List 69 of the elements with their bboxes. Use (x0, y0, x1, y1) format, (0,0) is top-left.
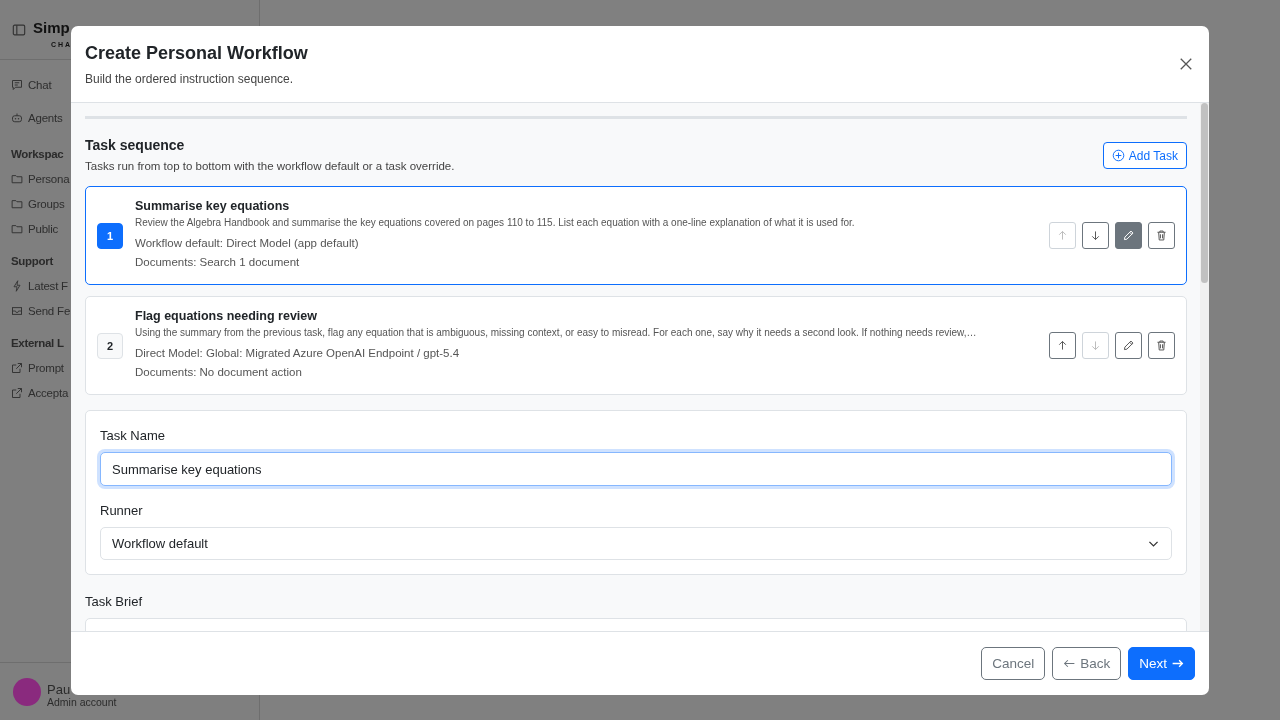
task-title: Flag equations needing review (135, 309, 318, 323)
move-up-button[interactable] (1049, 332, 1076, 359)
nav-link[interactable]: Agents (28, 111, 63, 124)
task-runner: Workflow default: Direct Model (app default) (135, 236, 360, 251)
folder-icon (11, 222, 23, 235)
arrow-right-icon (1171, 657, 1184, 670)
sidebar-toggle-icon[interactable] (12, 22, 26, 37)
field-label: Task Brief (85, 594, 144, 609)
robot-icon (11, 111, 23, 124)
arrow-up-icon (1056, 229, 1069, 242)
arrow-up-icon (1056, 339, 1069, 352)
task-runner: Direct Model: Global: Migrated Azure OpenAI Endpoint / gpt-5.4 (135, 346, 461, 361)
section-heading: Support (11, 255, 53, 267)
nav-link[interactable]: Chat (28, 78, 52, 91)
chat-icon (11, 78, 23, 91)
trash-icon (1155, 339, 1168, 352)
scrollbar-thumb[interactable] (1201, 103, 1208, 283)
lightning-icon (11, 279, 23, 292)
dialog-subtitle: Build the ordered instruction sequence. (85, 72, 295, 86)
pencil-icon (1122, 229, 1135, 242)
delete-button[interactable] (1148, 332, 1175, 359)
user-name: Pau (47, 683, 72, 697)
arrow-left-icon (1063, 657, 1077, 670)
runner-select[interactable]: Workflow default (100, 527, 1172, 560)
envelope-icon (11, 304, 23, 317)
nav-link[interactable]: Public (28, 222, 59, 235)
add-task-button[interactable]: Add Task (1102, 142, 1187, 169)
move-down-button[interactable] (1082, 222, 1109, 249)
next-button[interactable]: Next (1128, 647, 1195, 680)
nav-link[interactable]: Latest F (28, 279, 68, 292)
section-title: Task sequence (85, 137, 186, 153)
task-description: Using the summary from the previous task, flag any equation that is ambiguous, missing context, or easy to misread. For each one, say why it needs a second look. If nothing needs review,… (135, 327, 978, 338)
section-heading: External L (11, 337, 64, 349)
cancel-button[interactable]: Cancel (981, 647, 1046, 680)
delete-button[interactable] (1148, 222, 1175, 249)
arrow-down-icon (1089, 339, 1102, 352)
pencil-icon (1122, 339, 1135, 352)
nav-link[interactable]: Persona (28, 172, 70, 185)
task-documents: Documents: No document action (135, 365, 303, 380)
section-heading: Workspac (11, 148, 64, 160)
external-link-icon (11, 386, 23, 399)
trash-icon (1155, 229, 1168, 242)
edit-button[interactable] (1115, 332, 1142, 359)
nav-link[interactable]: Accepta (28, 386, 69, 399)
close-icon (1179, 57, 1193, 71)
arrow-down-icon (1089, 229, 1102, 242)
task-card[interactable] (85, 186, 1187, 285)
folder-icon (11, 172, 23, 185)
field-label: Task Name (100, 428, 167, 443)
field-label: Runner (100, 503, 144, 518)
nav-link[interactable]: Send Fe (28, 304, 71, 317)
plus-circle-icon (1111, 149, 1125, 162)
external-link-icon (11, 361, 23, 374)
task-title: Summarise key equations (135, 199, 291, 213)
user-role: Admin account (47, 696, 117, 708)
task-documents: Documents: Search 1 document (135, 255, 301, 270)
nav-link[interactable]: Prompt (28, 361, 64, 374)
task-number: 2 (97, 332, 123, 359)
task-description: Review the Algebra Handbook and summarise the key equations covered on pages 110 to 115. List each equation with a one-line explanation of what it is used for. (135, 217, 856, 228)
task-number: 1 (97, 222, 123, 249)
dialog-title: Create Personal Workflow (85, 43, 308, 64)
back-button[interactable]: Back (1052, 647, 1122, 680)
folder-icon (11, 197, 23, 210)
logo-wordmark: Simp (33, 19, 71, 35)
task-name-input[interactable]: Summarise key equations (100, 452, 1172, 486)
nav-link[interactable]: Groups (28, 197, 65, 210)
edit-button[interactable] (1115, 222, 1142, 249)
section-hint: Tasks run from top to bottom with the workflow default or a task override. (85, 160, 455, 172)
avatar (13, 677, 41, 706)
